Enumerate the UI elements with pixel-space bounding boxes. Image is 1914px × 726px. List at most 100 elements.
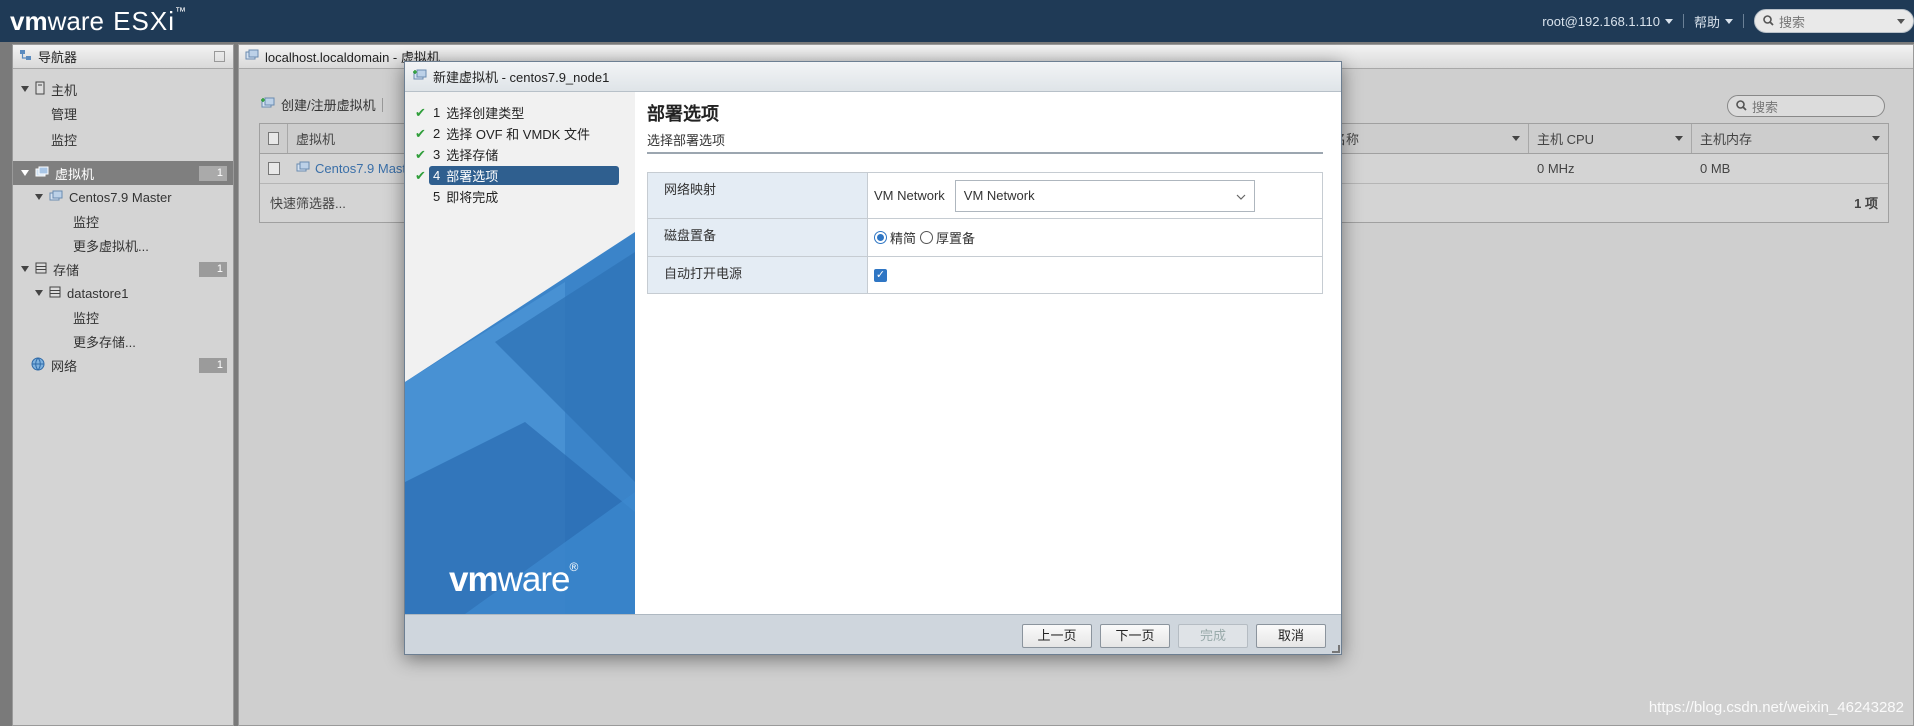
sidebar-item-more-storage[interactable]: 更多存储... <box>13 329 233 353</box>
vm-link[interactable]: Centos7.9 Maste <box>315 161 413 176</box>
checkmark-icon: ✔ <box>415 125 426 141</box>
column-header-host-cpu[interactable]: 主机 CPU <box>1529 124 1692 153</box>
finish-button[interactable]: 完成 <box>1178 624 1248 648</box>
wizard-step-3[interactable]: ✔ 3 选择存储 <box>405 144 635 165</box>
chevron-down-icon <box>1725 18 1733 24</box>
resize-handle[interactable] <box>1332 645 1340 653</box>
column-header-host-memory[interactable]: 主机内存 <box>1692 124 1888 153</box>
sidebar-item-host[interactable]: 主机 <box>13 77 233 101</box>
item-count: 1 项 <box>1854 195 1878 211</box>
sidebar-item-host-monitor[interactable]: 监控 <box>13 127 233 151</box>
next-button[interactable]: 下一页 <box>1100 624 1170 648</box>
user-menu[interactable]: root@192.168.1.110 <box>1532 14 1683 29</box>
chevron-down-icon <box>1664 18 1673 24</box>
sidebar-item-label: 更多存储... <box>73 334 136 350</box>
step-label: 即将完成 <box>446 190 499 205</box>
quick-filter-dropdown[interactable]: 快速筛选器... <box>270 193 346 212</box>
expand-icon <box>21 170 29 176</box>
sidebar-item-network[interactable]: 网络 1 <box>13 353 233 377</box>
cancel-button[interactable]: 取消 <box>1256 624 1326 648</box>
logo-vm-text: vm <box>10 6 48 36</box>
checkmark-icon: ✔ <box>415 104 426 120</box>
row-checkbox[interactable] <box>268 162 280 175</box>
expand-icon <box>21 86 29 92</box>
disk-thin-option[interactable]: 精简 <box>874 228 916 247</box>
count-badge: 1 <box>199 358 227 373</box>
radio-thick[interactable] <box>920 231 934 244</box>
wizard-step-list: ✔ 1 选择创建类型 ✔ 2 选择 OVF 和 VMDK 文件 ✔ 3 选择存储 ✔ 4 部署选… <box>405 92 635 207</box>
step-number: 1 <box>433 105 441 120</box>
sidebar-item-label: 主机 <box>51 82 78 98</box>
dialog-title-bar[interactable]: 新建虚拟机 - centos7.9_node1 <box>405 62 1341 92</box>
wizard-step-1[interactable]: ✔ 1 选择创建类型 <box>405 102 635 123</box>
main-toolbar: 创建/注册虚拟机 <box>261 95 383 114</box>
sidebar-item-manage[interactable]: 管理 <box>13 101 233 125</box>
vm-search-input[interactable]: 搜索 <box>1727 95 1885 117</box>
deployment-options-table: 网络映射 VM Network VM Network 磁盘置备 精简 厚置备 自… <box>647 172 1323 294</box>
step-label: 部署选项 <box>446 169 499 184</box>
host-icon <box>35 81 51 98</box>
datastore-icon <box>49 286 67 301</box>
logo-ware-text: ware <box>497 560 571 599</box>
search-icon <box>1763 14 1774 29</box>
chevron-down-icon <box>1512 136 1520 141</box>
divider <box>1743 14 1744 28</box>
chevron-down-icon <box>1872 136 1880 141</box>
column-header-hostname[interactable]: 机名称 <box>1312 124 1529 153</box>
page-subtitle: 选择部署选项 <box>647 133 726 148</box>
step-number: 2 <box>433 126 441 141</box>
top-bar: vmware ESXi™ root@192.168.1.110 帮助 搜索 <box>0 0 1914 42</box>
wizard-step-4[interactable]: ✔ 4 部署选项 <box>405 165 635 186</box>
sidebar-item-more-vms[interactable]: 更多虚拟机... <box>13 233 233 257</box>
cell-text: 0 MB <box>1700 161 1731 176</box>
back-button[interactable]: 上一页 <box>1022 624 1092 648</box>
sidebar-item-label: 存储 <box>53 262 80 278</box>
step-number: 5 <box>433 189 441 204</box>
sidebar-item-storage[interactable]: 存储 1 <box>13 257 233 281</box>
sidebar-item-label: datastore1 <box>67 285 129 301</box>
wizard-step-2[interactable]: ✔ 2 选择 OVF 和 VMDK 文件 <box>405 123 635 144</box>
row-select-cell <box>260 154 288 183</box>
expand-icon <box>35 194 43 200</box>
divider <box>647 152 1323 154</box>
option-value: ✓ <box>868 257 1322 293</box>
chevron-down-icon <box>1236 188 1246 203</box>
power-on-checkbox[interactable]: ✓ <box>874 268 887 282</box>
chevron-down-icon <box>1897 18 1905 24</box>
network-mapping-select[interactable]: VM Network <box>954 179 1255 212</box>
count-badge: 1 <box>199 166 227 181</box>
disk-thick-option[interactable]: 厚置备 <box>920 228 975 247</box>
sidebar-item-label: 管理 <box>51 106 78 122</box>
column-label: 主机 CPU <box>1537 132 1595 147</box>
sidebar-item-datastore1[interactable]: datastore1 <box>13 281 233 305</box>
count-badge: 1 <box>199 262 227 277</box>
logo-ware-text: ware <box>47 6 104 36</box>
user-menu-label: root@192.168.1.110 <box>1542 13 1660 29</box>
search-placeholder: 搜索 <box>1752 99 1779 115</box>
sidebar-item-ds-monitor[interactable]: 监控 <box>13 305 233 329</box>
vmware-logo: vmware® <box>449 560 578 600</box>
wizard-step-5[interactable]: 5 即将完成 <box>405 186 635 207</box>
radio-label: 精简 <box>890 231 917 246</box>
navigator-title: 导航器 <box>38 50 78 65</box>
create-vm-button[interactable]: 创建/注册虚拟机 <box>281 95 376 114</box>
collapse-icon[interactable] <box>214 51 225 62</box>
select-all-cell <box>260 124 288 153</box>
step-number: 3 <box>433 147 441 162</box>
select-all-checkbox[interactable] <box>268 132 279 145</box>
logo-product-text: ESXi <box>113 6 175 36</box>
storage-icon <box>35 262 53 277</box>
logo-vm-text: vm <box>449 560 499 599</box>
sidebar-item-vms[interactable]: 虚拟机 1 <box>13 161 233 185</box>
vm-icon <box>49 190 69 205</box>
sidebar-item-vm-monitor[interactable]: 监控 <box>13 209 233 233</box>
radio-thin[interactable] <box>874 231 887 244</box>
divider <box>381 97 383 112</box>
global-search-input[interactable]: 搜索 <box>1754 9 1914 33</box>
vm-icon <box>35 166 55 181</box>
help-menu[interactable]: 帮助 <box>1684 12 1743 31</box>
step-label: 选择创建类型 <box>446 106 525 121</box>
sidebar-item-vm-centos[interactable]: Centos7.9 Master <box>13 185 233 209</box>
table-cell-cpu: 0 MHz <box>1529 154 1692 183</box>
table-cell-hostname <box>1312 154 1529 183</box>
